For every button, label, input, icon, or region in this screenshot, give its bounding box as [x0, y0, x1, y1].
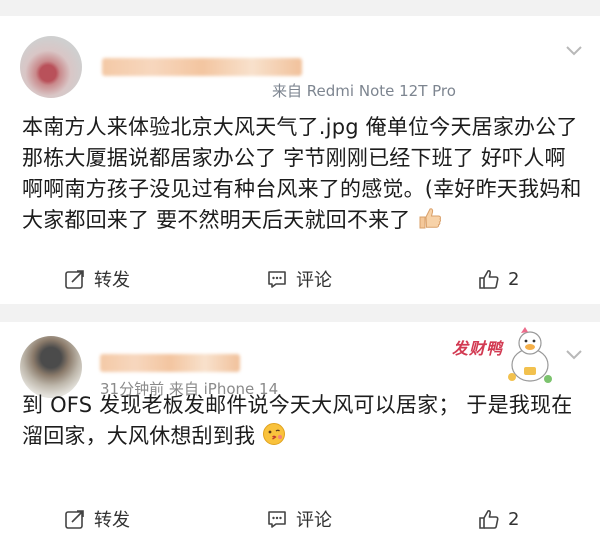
- kiss-face-emoji: [263, 423, 286, 445]
- source-prefix: 来自: [272, 82, 303, 100]
- repost-button[interactable]: 转发: [64, 504, 130, 534]
- username-blurred[interactable]: [102, 58, 302, 76]
- fortune-duck-sticker: 发财鸭: [452, 325, 554, 387]
- like-icon: [479, 270, 499, 289]
- repost-icon: [65, 270, 84, 289]
- duck-icon: [508, 327, 552, 383]
- like-count: 2: [508, 508, 520, 530]
- post-text-body: 到 OFS 发现老板发邮件说今天大风可以居家； 于是我现在溜回家，大风休想刮到我: [22, 393, 573, 448]
- like-button[interactable]: 2: [478, 504, 519, 534]
- post-actions: 转发 评论 2: [0, 504, 600, 534]
- repost-icon: [65, 510, 84, 529]
- like-count: 2: [508, 268, 520, 290]
- post-card: 31分钟前 来自 iPhone 14 发财鸭 到 OFS 发现老板发邮件说今天大…: [0, 322, 600, 541]
- avatar[interactable]: [20, 336, 82, 398]
- comment-label: 评论: [296, 270, 332, 291]
- sticker-text: 发财鸭: [452, 339, 504, 358]
- post-text: 本南方人来体验北京大风天气了.jpg 俺单位今天居家办公了 那栋大厦据说都居家办…: [22, 112, 582, 236]
- like-icon: [479, 510, 499, 529]
- comment-button[interactable]: 评论: [266, 504, 332, 534]
- comment-icon: [268, 511, 286, 528]
- repost-label: 转发: [94, 510, 130, 531]
- comment-button[interactable]: 评论: [266, 264, 332, 294]
- post-source: 来自 Redmi Note 12T Pro: [272, 80, 456, 101]
- chevron-down-icon[interactable]: [564, 44, 584, 58]
- thumbs-up-emoji: [419, 208, 442, 229]
- post-card: 来自 Redmi Note 12T Pro 本南方人来体验北京大风天气了.jpg…: [0, 16, 600, 304]
- post-actions: 转发 评论 2: [0, 264, 600, 294]
- repost-label: 转发: [94, 270, 130, 291]
- avatar[interactable]: [20, 36, 82, 98]
- comment-label: 评论: [296, 510, 332, 531]
- post-text: 到 OFS 发现老板发邮件说今天大风可以居家； 于是我现在溜回家，大风休想刮到我: [22, 390, 582, 452]
- repost-button[interactable]: 转发: [64, 264, 130, 294]
- comment-icon: [268, 271, 286, 288]
- chevron-down-icon[interactable]: [564, 348, 584, 362]
- device-name: Redmi Note 12T Pro: [306, 82, 456, 100]
- username-blurred[interactable]: [100, 354, 240, 372]
- top-strip: [0, 0, 600, 16]
- post-text-body: 本南方人来体验北京大风天气了.jpg 俺单位今天居家办公了 那栋大厦据说都居家办…: [22, 115, 582, 232]
- like-button[interactable]: 2: [478, 264, 519, 294]
